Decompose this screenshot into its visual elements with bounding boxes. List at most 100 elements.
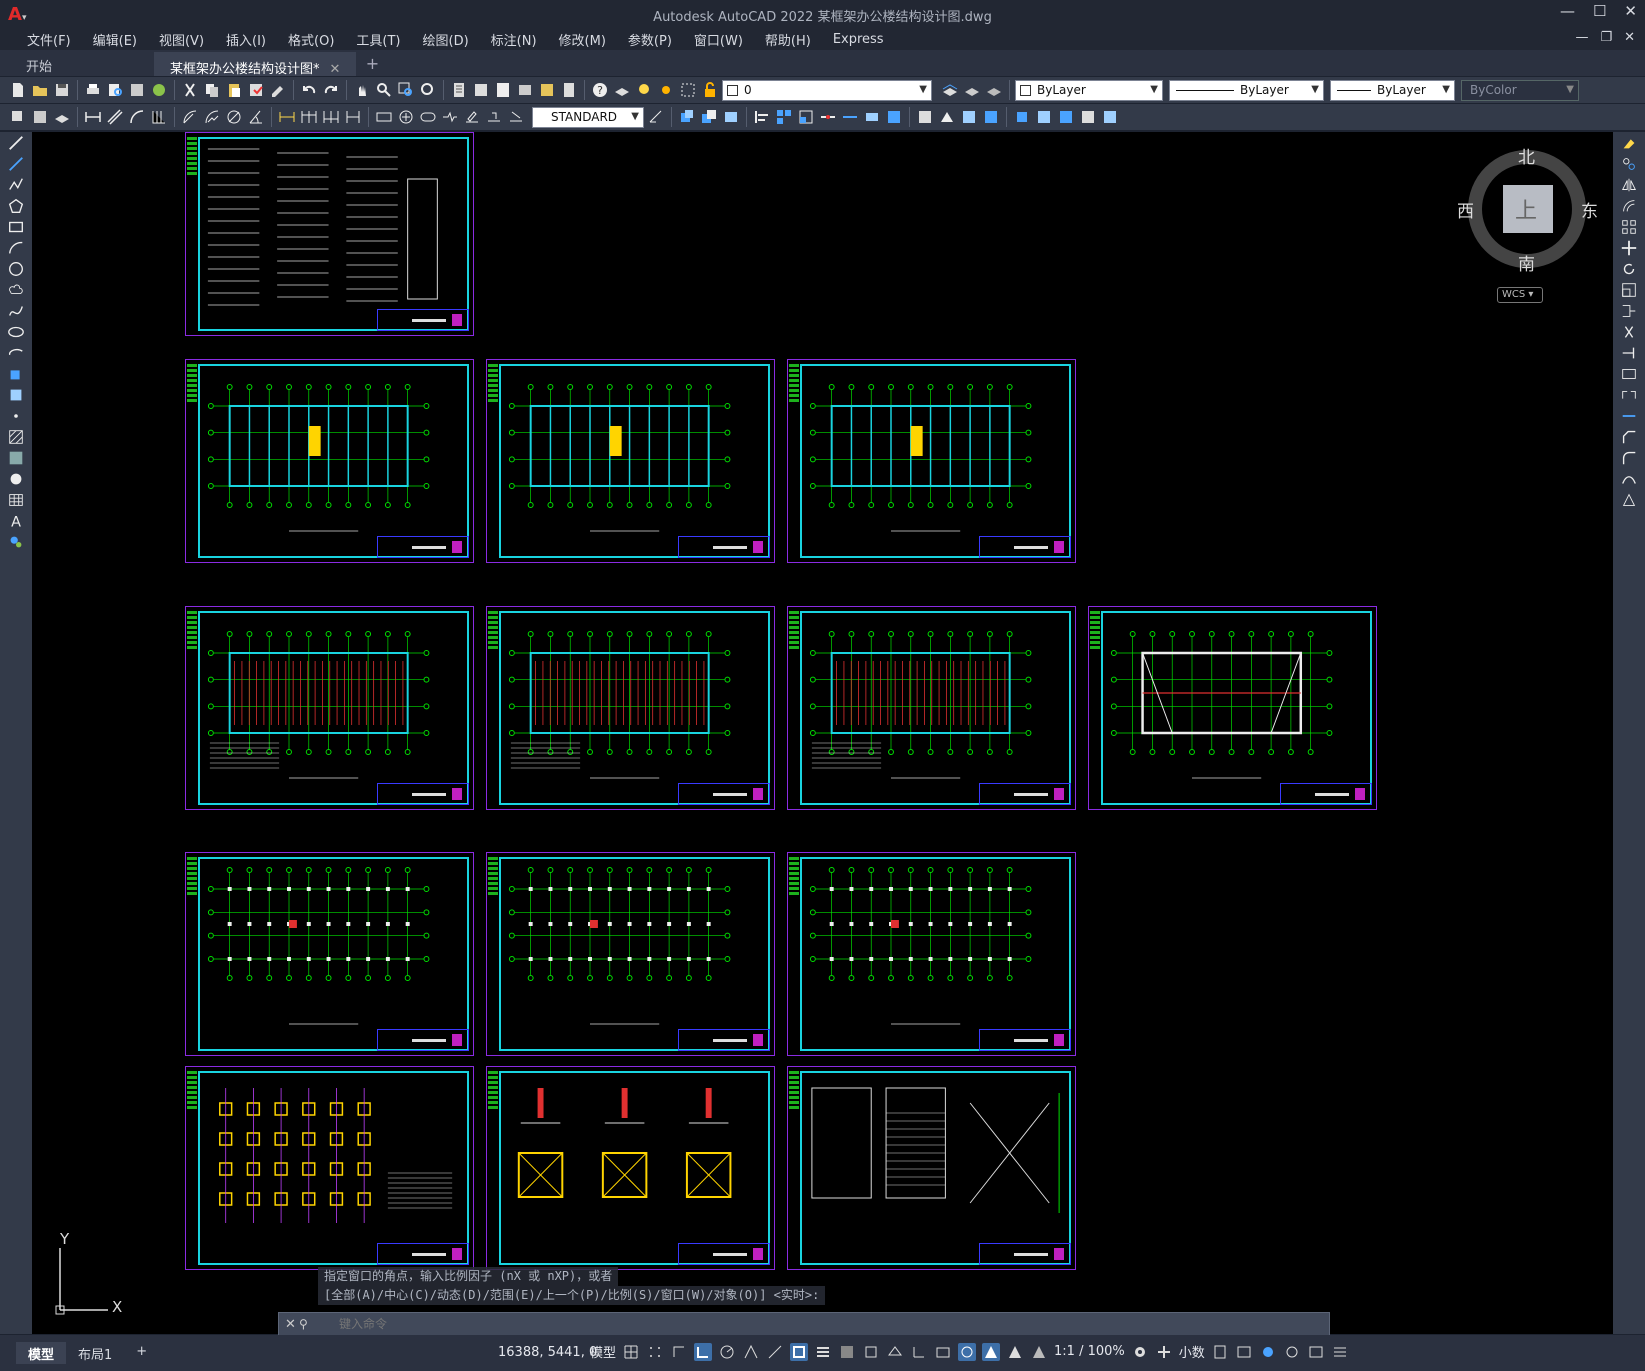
break-icon[interactable]	[1613, 384, 1645, 405]
copy-icon[interactable]	[202, 80, 222, 100]
tab-model[interactable]: 模型	[16, 1342, 67, 1364]
lightbulb-icon[interactable]	[634, 80, 654, 100]
properties-icon[interactable]	[449, 80, 469, 100]
menu-parametric[interactable]: 参数(P)	[617, 30, 683, 49]
tolerance-icon[interactable]	[374, 107, 394, 127]
polyline-icon[interactable]	[0, 174, 32, 195]
chamfer-icon[interactable]	[1613, 426, 1645, 447]
clip-icon[interactable]	[1078, 107, 1098, 127]
join-icon[interactable]	[1613, 405, 1645, 426]
minimize-button[interactable]: —	[1560, 2, 1575, 20]
redo-icon[interactable]	[321, 80, 341, 100]
drawing-sheet[interactable]	[185, 359, 474, 563]
viewcube[interactable]: 北 南 西 东 上 WCS ▾	[1457, 147, 1598, 327]
dynamic-ucs-icon[interactable]	[910, 1343, 928, 1361]
make-block-icon[interactable]	[0, 384, 32, 405]
drawing-sheet[interactable]	[486, 852, 775, 1056]
coordinates-readout[interactable]: 16388, 5441, 0	[498, 1345, 597, 1360]
zoom-previous-icon[interactable]	[418, 80, 438, 100]
pan-icon[interactable]	[352, 80, 372, 100]
break-icon[interactable]	[818, 107, 838, 127]
make-current-layer-icon[interactable]	[940, 80, 960, 100]
quick-select-icon[interactable]	[30, 107, 50, 127]
menu-window[interactable]: 窗口(W)	[683, 30, 754, 49]
viewcube-south[interactable]: 南	[1518, 250, 1535, 275]
menu-file[interactable]: 文件(F)	[16, 30, 82, 49]
add-selected-icon[interactable]	[0, 531, 32, 552]
drawing-sheet[interactable]	[787, 359, 1076, 563]
add-layout-button[interactable]: +	[124, 1342, 159, 1364]
help-icon[interactable]: ?	[590, 80, 610, 100]
viewcube-west[interactable]: 西	[1457, 197, 1474, 222]
markup-icon[interactable]	[537, 80, 557, 100]
offset-icon[interactable]	[1613, 195, 1645, 216]
blend-curves-icon[interactable]	[1613, 468, 1645, 489]
publish-icon[interactable]	[127, 80, 147, 100]
drawing-sheet[interactable]	[185, 852, 474, 1056]
move-icon[interactable]	[677, 107, 697, 127]
insert-block-icon[interactable]	[0, 363, 32, 384]
lineweight-dropdown[interactable]: ByLayer ▼	[1330, 79, 1455, 101]
copy-icon[interactable]	[1613, 153, 1645, 174]
drawing-sheet[interactable]	[787, 852, 1076, 1056]
annotation-scale-icon[interactable]	[1030, 1343, 1048, 1361]
drawing-sheet[interactable]	[185, 1066, 474, 1270]
linetype-dropdown[interactable]: ByLayer ▼	[1169, 79, 1324, 101]
clean-screen-icon[interactable]	[1307, 1343, 1325, 1361]
dimension-style-dropdown[interactable]: STANDARD ▼	[532, 106, 644, 128]
layer-previous-icon[interactable]	[962, 80, 982, 100]
linear-dimension-icon[interactable]	[83, 107, 103, 127]
plot-icon[interactable]	[83, 80, 103, 100]
line-icon[interactable]	[0, 132, 32, 153]
workspace-icon[interactable]	[1131, 1343, 1149, 1361]
isodraft-icon[interactable]	[742, 1343, 760, 1361]
menu-format[interactable]: 格式(O)	[277, 30, 345, 49]
move-icon[interactable]	[1613, 237, 1645, 258]
menu-dimension[interactable]: 标注(N)	[480, 30, 548, 49]
wcs-menu[interactable]: WCS ▾	[1497, 287, 1543, 303]
scale-icon[interactable]	[1613, 279, 1645, 300]
jogged-linear-icon[interactable]	[440, 107, 460, 127]
ungroup-icon[interactable]	[937, 107, 957, 127]
drawing-sheet[interactable]	[185, 606, 474, 810]
gradient-icon[interactable]	[0, 447, 32, 468]
selection-filter-icon[interactable]	[934, 1343, 952, 1361]
doc-minimize-button[interactable]: —	[1575, 30, 1588, 45]
polar-tracking-icon[interactable]	[718, 1343, 736, 1361]
close-command-icon[interactable]: ✕	[285, 1317, 296, 1332]
plotstyle-dropdown[interactable]: ByColor ▼	[1461, 79, 1579, 101]
drawing-sheet[interactable]	[787, 606, 1076, 810]
quick-dimension-icon[interactable]	[277, 107, 297, 127]
sheet-set-icon[interactable]	[515, 80, 535, 100]
trim-icon[interactable]	[1613, 321, 1645, 342]
join-icon[interactable]	[840, 107, 860, 127]
layer-properties-icon[interactable]	[612, 80, 632, 100]
layer-state-icon[interactable]	[984, 80, 1004, 100]
units-value[interactable]: 小数	[1179, 1342, 1205, 1361]
continue-dimension-icon[interactable]	[321, 107, 341, 127]
menu-insert[interactable]: 插入(I)	[215, 30, 277, 49]
layer-tools-icon[interactable]	[52, 107, 72, 127]
menu-draw[interactable]: 绘图(D)	[412, 30, 480, 49]
drawing-sheet[interactable]	[1088, 606, 1377, 810]
drawing-sheet[interactable]	[486, 1066, 775, 1270]
object-snap-tracking-icon[interactable]	[766, 1343, 784, 1361]
publish-3d-icon[interactable]	[149, 80, 169, 100]
customize-icon[interactable]: ⚲	[299, 1317, 308, 1331]
attach-icon[interactable]	[1056, 107, 1076, 127]
dimension-update-icon[interactable]	[506, 107, 526, 127]
rotate-icon[interactable]	[1613, 258, 1645, 279]
region-icon[interactable]	[0, 468, 32, 489]
gizmo-icon[interactable]	[958, 1342, 977, 1361]
grid-icon[interactable]	[622, 1343, 640, 1361]
stretch-icon[interactable]	[721, 107, 741, 127]
polygon-icon[interactable]	[0, 195, 32, 216]
auto-scale-icon[interactable]	[1006, 1343, 1024, 1361]
command-input[interactable]	[339, 1314, 1239, 1334]
drawing-sheet[interactable]	[486, 359, 775, 563]
menu-view[interactable]: 视图(V)	[148, 30, 215, 49]
annotation-scale-value[interactable]: 1:1 / 100%	[1054, 1344, 1125, 1359]
doc-restore-button[interactable]: ❐	[1600, 30, 1612, 45]
save-icon[interactable]	[52, 80, 72, 100]
match-properties-icon[interactable]	[246, 80, 266, 100]
